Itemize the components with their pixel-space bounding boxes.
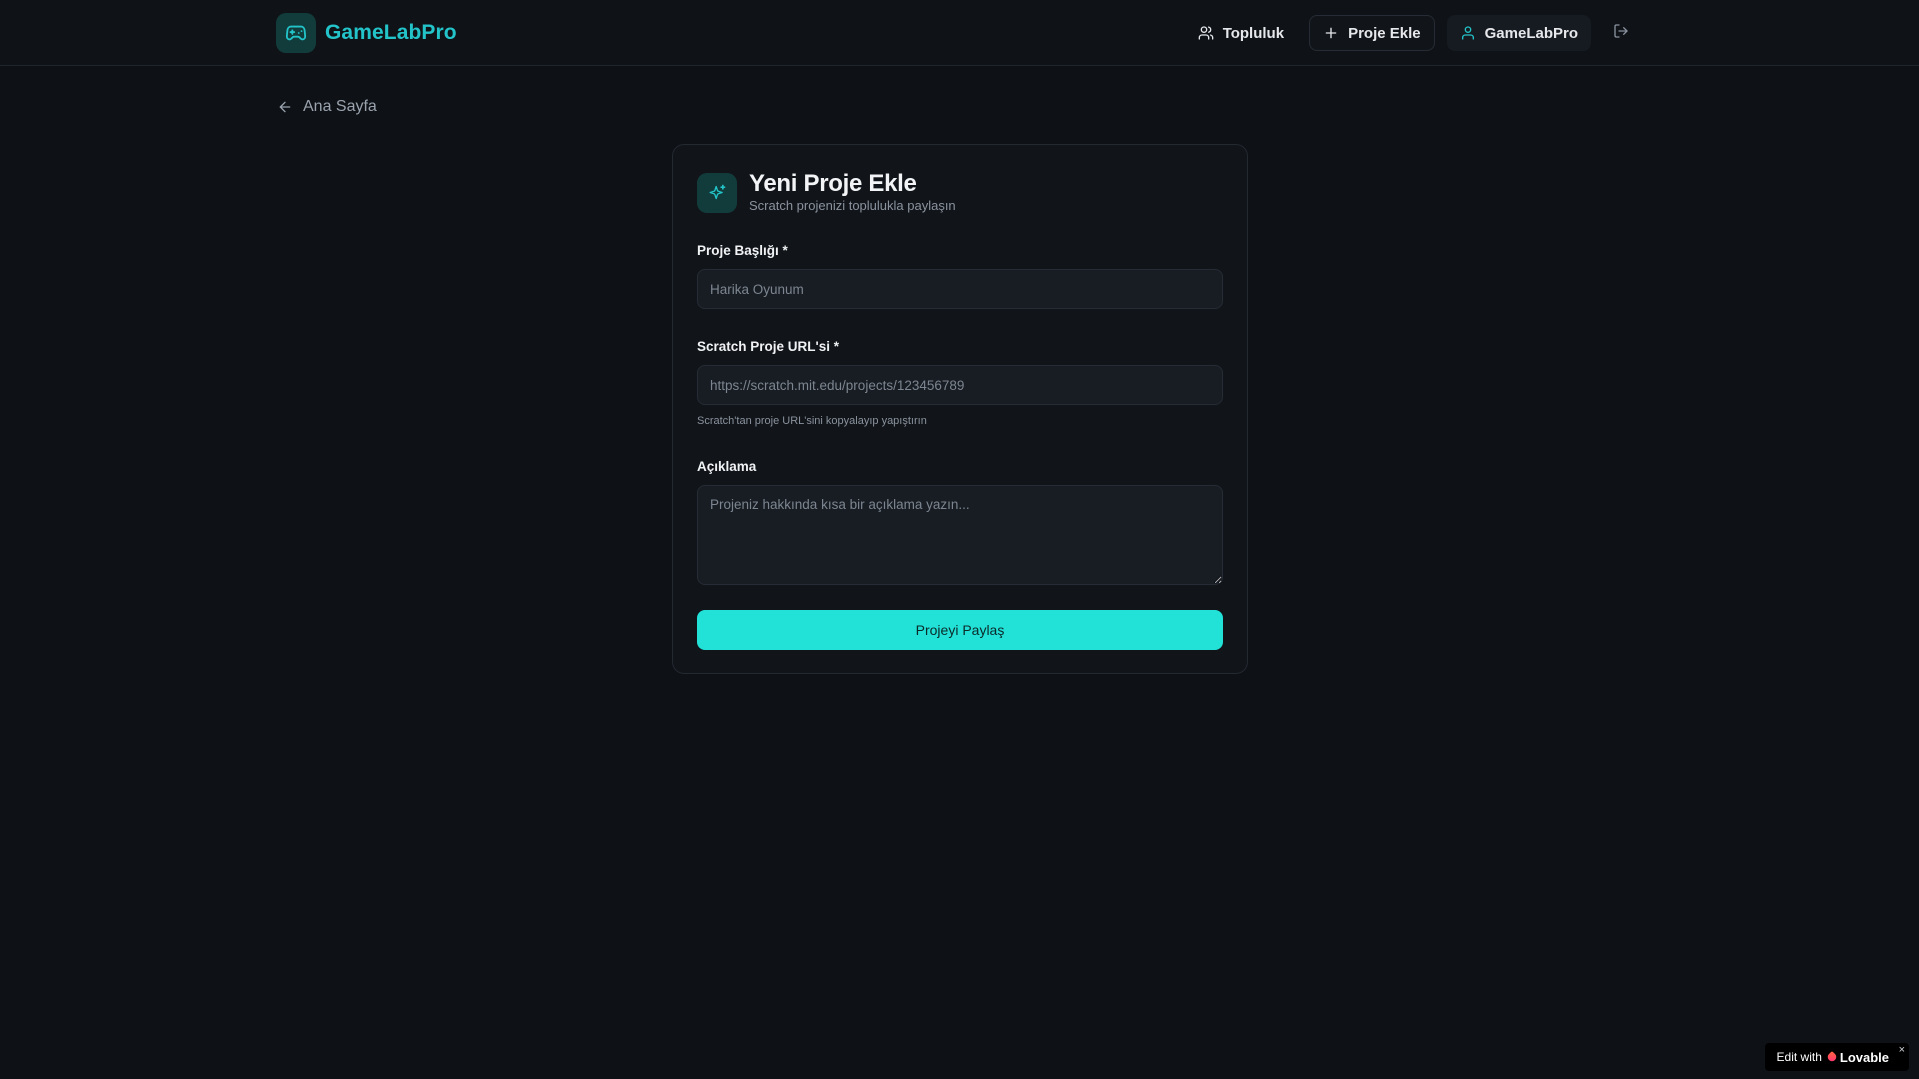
- share-project-button[interactable]: Projeyi Paylaş: [697, 610, 1223, 650]
- card-subtitle: Scratch projenizi toplulukla paylaşın: [749, 198, 956, 213]
- project-title-label: Proje Başlığı *: [697, 243, 788, 258]
- top-navigation-bar: GameLabPro Topluluk Proje Ekle GameLabPr…: [0, 0, 1919, 66]
- back-link-label: Ana Sayfa: [303, 98, 377, 115]
- user-icon: [1460, 25, 1476, 41]
- plus-icon: [1323, 25, 1339, 41]
- lovable-close-icon[interactable]: ×: [1899, 1044, 1905, 1056]
- logout-icon: [1613, 23, 1629, 44]
- card-title: Yeni Proje Ekle: [749, 170, 917, 197]
- nav-user-profile-button[interactable]: GameLabPro: [1446, 15, 1591, 51]
- lovable-brand: Lovable: [1839, 1049, 1889, 1065]
- brand-home-link[interactable]: GameLabPro: [276, 13, 457, 53]
- scratch-url-input[interactable]: [697, 365, 1223, 405]
- brand-name: GameLabPro: [325, 21, 457, 44]
- description-textarea[interactable]: [697, 485, 1223, 585]
- scratch-url-hint: Scratch'tan proje URL'sini kopyalayıp ya…: [697, 415, 927, 427]
- nav-add-project-label: Proje Ekle: [1348, 24, 1421, 42]
- nav-community-label: Topluluk: [1222, 24, 1285, 42]
- edit-with-lovable-badge[interactable]: Edit with Lovable ×: [1764, 1043, 1909, 1071]
- lovable-prefix: Edit with: [1776, 1050, 1822, 1064]
- scratch-url-label: Scratch Proje URL'si *: [697, 339, 840, 354]
- arrow-left-icon: [277, 99, 293, 115]
- gamepad-icon: [276, 13, 316, 53]
- description-label: Açıklama: [697, 459, 757, 474]
- main-nav: Topluluk Proje Ekle GameLabPro: [1173, 15, 1639, 51]
- sparkles-icon: [697, 173, 737, 213]
- card-header: Yeni Proje Ekle Scratch projenizi toplul…: [697, 171, 956, 213]
- new-project-card: Yeni Proje Ekle Scratch projenizi toplul…: [672, 144, 1248, 674]
- lovable-heart-icon: [1825, 1050, 1838, 1064]
- nav-add-project-button[interactable]: Proje Ekle: [1309, 15, 1435, 51]
- users-icon: [1198, 25, 1214, 41]
- nav-community-link[interactable]: Topluluk: [1185, 15, 1297, 51]
- nav-user-label: GameLabPro: [1484, 24, 1578, 42]
- project-title-input[interactable]: [697, 269, 1223, 309]
- logout-button[interactable]: [1603, 15, 1639, 51]
- back-to-home-link[interactable]: Ana Sayfa: [277, 98, 377, 116]
